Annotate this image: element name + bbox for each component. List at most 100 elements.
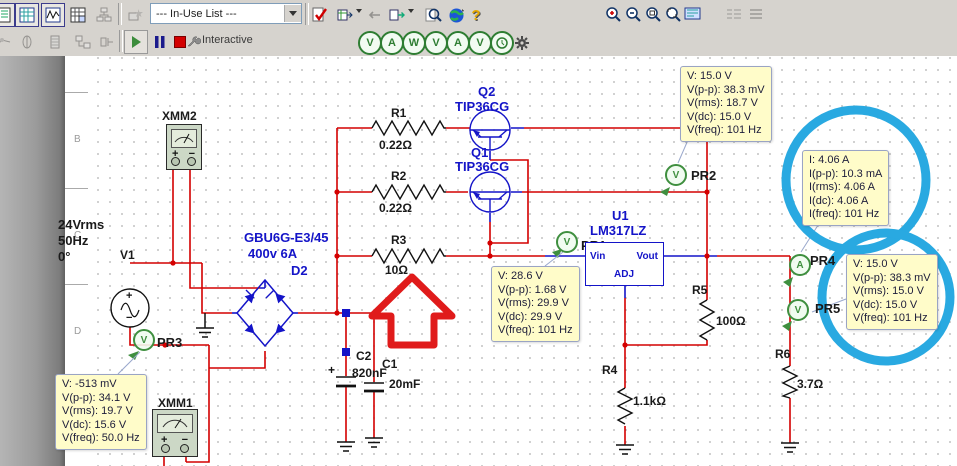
hierarchy-icon[interactable] — [92, 3, 116, 27]
c1-ref[interactable]: C1 — [382, 357, 397, 371]
back-annotate-icon[interactable] — [362, 3, 386, 27]
multimeter-xmm1[interactable]: + − — [152, 409, 198, 457]
xmm1-plus-terminal[interactable] — [161, 444, 170, 453]
pr2-label[interactable]: PR2 — [691, 168, 716, 183]
fullscreen-icon[interactable] — [681, 3, 705, 27]
voltage-probe-button[interactable]: V — [358, 31, 382, 55]
place-wire-icon[interactable] — [0, 30, 15, 54]
probe-pr1[interactable]: V — [556, 231, 578, 253]
probe-pr3[interactable]: V — [133, 329, 155, 351]
edit-lines-icon[interactable] — [744, 3, 768, 27]
readout-line: V: -513 mV — [62, 378, 140, 392]
regulator-u1[interactable]: Vin Vout ADJ — [585, 242, 664, 286]
pr4-readout[interactable]: I: 4.06 A I(p-p): 10.3 mA I(rms): 4.06 A… — [802, 150, 889, 226]
readout-line: V(rms): 19.7 V — [62, 405, 140, 419]
c2-ref[interactable]: C2 — [356, 349, 371, 363]
grapher-icon[interactable] — [41, 3, 65, 27]
u1-part[interactable]: LM317LZ — [590, 223, 646, 238]
in-use-list-value: --- In-Use List --- — [151, 8, 284, 20]
xmm2-plus-terminal[interactable] — [171, 157, 180, 166]
probe-letter: A — [796, 260, 803, 271]
variant-icon[interactable] — [71, 30, 95, 54]
multisim-window: --- In-Use List --- ? — [0, 0, 957, 466]
description-box-icon[interactable] — [0, 3, 15, 27]
r4-ref[interactable]: R4 — [602, 363, 617, 377]
xmm1-ref[interactable]: XMM1 — [158, 396, 193, 410]
probe-letter: V — [564, 237, 571, 248]
v1-ref[interactable]: V1 — [120, 248, 135, 262]
dropdown-arrow[interactable] — [408, 9, 414, 13]
power-probe-button[interactable]: W — [402, 31, 426, 55]
voltage-current-probe-button[interactable]: A — [446, 31, 470, 55]
readout-line: V: 28.6 V — [498, 270, 573, 284]
readout-line: I(p-p): 10.3 mA — [809, 168, 882, 182]
readout-line: V(p-p): 38.3 mV — [853, 272, 931, 286]
probe-pr5[interactable]: V — [787, 299, 809, 321]
combobox-dropdown-button[interactable] — [284, 5, 301, 22]
v1-value-line[interactable]: 24Vrms — [58, 217, 104, 232]
postprocessor-icon[interactable] — [66, 3, 90, 27]
pr3-readout[interactable]: V: -513 mV V(p-p): 34.1 V V(rms): 19.7 V… — [55, 374, 147, 450]
edit-labels-icon[interactable] — [722, 3, 746, 27]
readout-line: V(rms): 15.0 V — [853, 285, 931, 299]
q1-ref[interactable]: Q1 — [471, 145, 488, 160]
database-manager-icon[interactable] — [43, 30, 67, 54]
in-use-list-combobox[interactable]: --- In-Use List --- — [150, 3, 302, 24]
r5-value[interactable]: 100Ω — [716, 314, 746, 328]
ruler-letter: B — [74, 134, 81, 145]
r1-ref[interactable]: R1 — [391, 106, 406, 120]
place-junction-icon[interactable] — [15, 30, 39, 54]
d2-part[interactable]: GBU6G-E3/45 — [244, 230, 329, 245]
r6-ref[interactable]: R6 — [775, 347, 790, 361]
q2-ref[interactable]: Q2 — [478, 84, 495, 99]
differential-voltage-probe-button[interactable]: V — [424, 31, 448, 55]
spreadsheet-view-icon[interactable] — [15, 3, 39, 27]
current-probe-button[interactable]: A — [380, 31, 404, 55]
r3-ref[interactable]: R3 — [391, 233, 406, 247]
forward-annotate-icon[interactable] — [385, 3, 409, 27]
help-icon[interactable]: ? — [464, 3, 488, 27]
c1-value[interactable]: 20mF — [389, 377, 420, 391]
r2-value[interactable]: 0.22Ω — [379, 201, 412, 215]
r5-ref[interactable]: R5 — [692, 283, 707, 297]
probe-settings-gear-icon[interactable] — [510, 31, 534, 55]
q2-part[interactable]: TIP36CG — [455, 99, 509, 114]
d2-ref[interactable]: D2 — [291, 263, 308, 278]
readout-line: V(freq): 50.0 Hz — [62, 432, 140, 446]
pr2-readout[interactable]: V: 15.0 V V(p-p): 38.3 mV V(rms): 18.7 V… — [680, 66, 772, 142]
v1-minus: − — [126, 312, 132, 324]
xmm2-minus-terminal[interactable] — [187, 157, 196, 166]
r2-ref[interactable]: R2 — [391, 169, 406, 183]
multimeter-xmm2[interactable]: + − — [166, 124, 202, 170]
voltage-reference-probe-button[interactable]: V — [468, 31, 492, 55]
run-simulation-button[interactable] — [124, 30, 148, 54]
xmm1-minus-terminal[interactable] — [180, 444, 189, 453]
r3-value[interactable]: 10Ω — [385, 263, 408, 277]
r1-value[interactable]: 0.22Ω — [379, 138, 412, 152]
readout-line: V: 15.0 V — [687, 70, 765, 84]
pr5-label[interactable]: PR5 — [815, 301, 840, 316]
r4-value[interactable]: 1.1kΩ — [633, 394, 666, 408]
readout-line: V(freq): 101 Hz — [853, 312, 931, 326]
find-icon[interactable] — [421, 3, 445, 27]
pr4-label[interactable]: PR4 — [810, 253, 835, 268]
subcircuit-icon[interactable] — [95, 30, 119, 54]
probe-letter: V — [795, 305, 802, 316]
readout-line: I(dc): 4.06 A — [809, 195, 882, 209]
sheet-border-tick — [65, 188, 88, 189]
d2-rating[interactable]: 400v 6A — [248, 246, 297, 261]
u1-ref[interactable]: U1 — [612, 208, 629, 223]
create-component-icon[interactable] — [123, 3, 147, 27]
q1-part[interactable]: TIP36CG — [455, 159, 509, 174]
pr5-readout[interactable]: V: 15.0 V V(p-p): 38.3 mV V(rms): 15.0 V… — [846, 254, 938, 330]
v1-value-line[interactable]: 0° — [58, 249, 70, 264]
transfer-to-spreadsheet-icon[interactable] — [333, 3, 357, 27]
v1-value-line[interactable]: 50Hz — [58, 233, 88, 248]
pr1-readout[interactable]: V: 28.6 V V(p-p): 1.68 V V(rms): 29.9 V … — [491, 266, 580, 342]
xmm2-ref[interactable]: XMM2 — [162, 109, 197, 123]
probe-pr4[interactable]: A — [789, 254, 811, 276]
r6-value[interactable]: 3.7Ω — [797, 377, 823, 391]
probe-pr2[interactable]: V — [665, 164, 687, 186]
pr3-label[interactable]: PR3 — [157, 335, 182, 350]
erc-check-icon[interactable] — [308, 3, 332, 27]
